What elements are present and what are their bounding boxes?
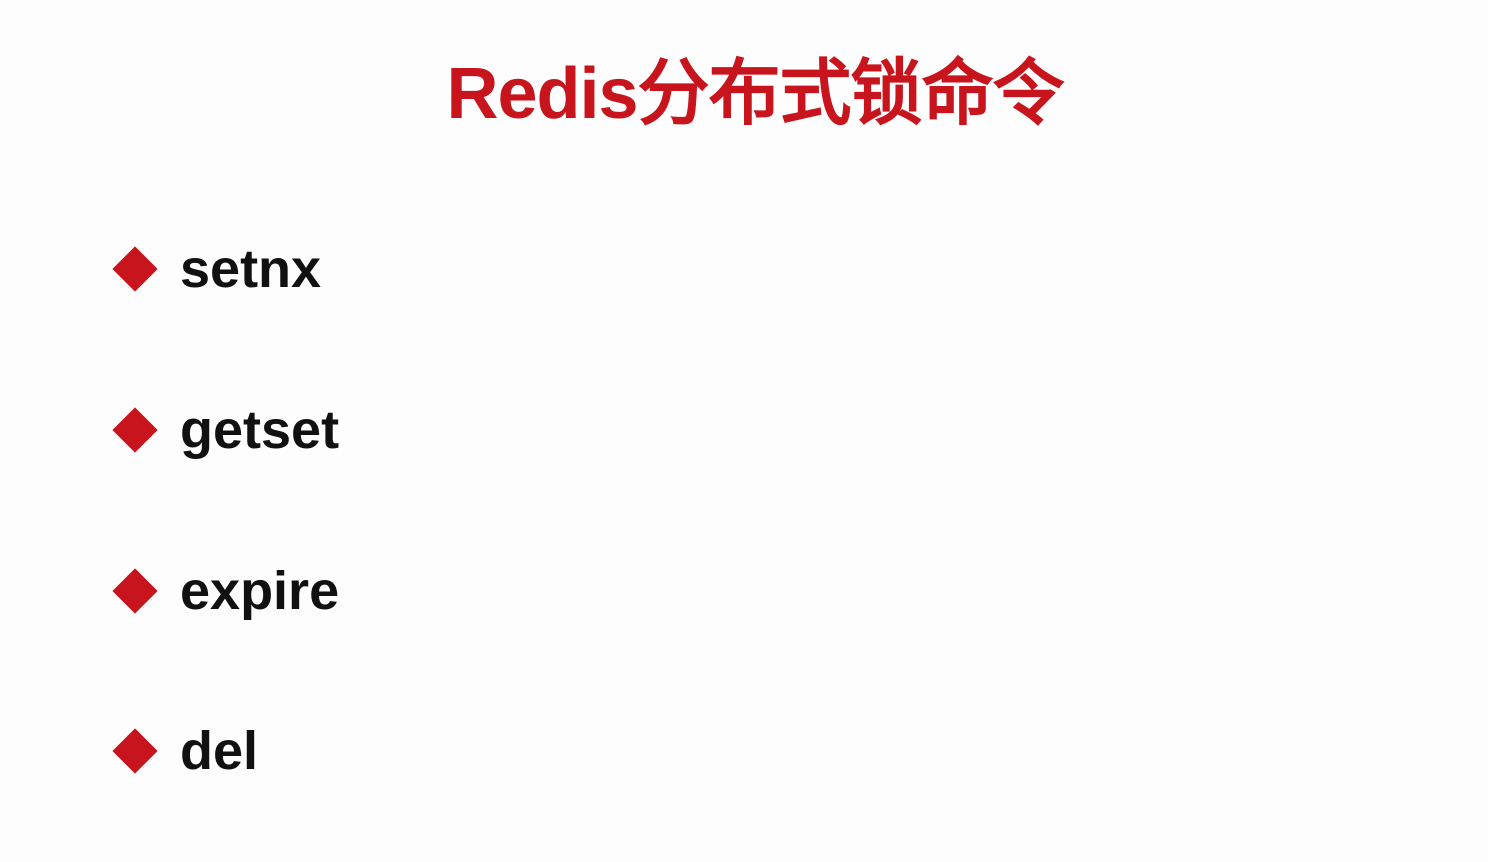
list-item: getset: [112, 399, 339, 461]
diamond-bullet-icon: [112, 246, 158, 292]
list-item-label: getset: [180, 400, 340, 460]
diamond-bullet-icon: [112, 728, 158, 774]
diamond-bullet-icon: [112, 407, 158, 453]
list-item: setnx: [112, 238, 321, 300]
diamond-bullet-icon: [112, 568, 158, 614]
list-item-label: expire: [180, 561, 340, 621]
list-item: del: [112, 720, 258, 782]
list-item-label: del: [180, 721, 259, 781]
list-item: expire: [112, 560, 339, 622]
slide-title: Redis分布式锁命令: [446, 54, 1064, 134]
list-item-label: setnx: [180, 239, 322, 299]
